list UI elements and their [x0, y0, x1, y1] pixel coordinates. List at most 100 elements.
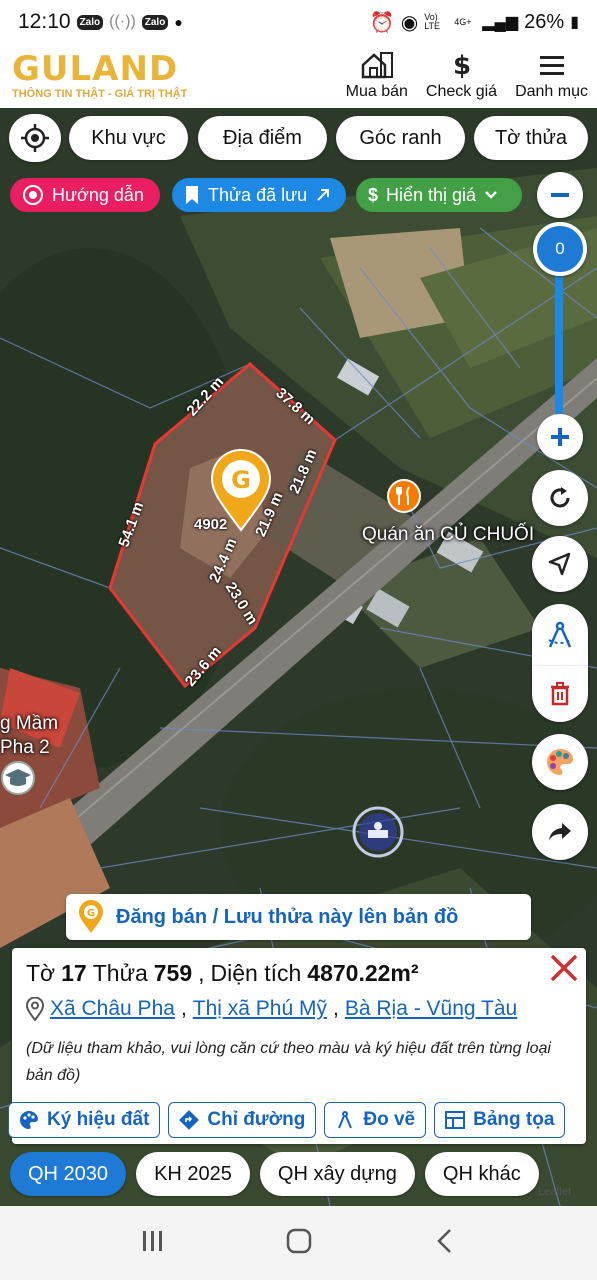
area-value: 4870.22m²	[307, 960, 419, 986]
plus-icon	[551, 428, 569, 446]
zoom-out-button[interactable]	[537, 172, 583, 218]
ward-link[interactable]: Xã Châu Pha	[50, 997, 175, 1021]
refresh-icon	[550, 487, 570, 508]
menu-icon	[539, 56, 564, 75]
guland-pin-icon: G	[79, 900, 103, 933]
layer-kh-2025[interactable]: KH 2025	[136, 1152, 250, 1196]
crosshair-icon	[21, 124, 49, 152]
fork-knife-icon	[387, 479, 421, 513]
house-icon	[361, 52, 393, 79]
measure-button[interactable]: Đo vẽ	[324, 1102, 427, 1138]
map-layer-tabs: QH 2030 KH 2025 QH xây dựng QH khác	[10, 1152, 597, 1198]
measure-label: Đo vẽ	[363, 1109, 416, 1130]
home-icon	[287, 1228, 312, 1253]
parcel-actions: Ký hiệu đất Chỉ đường Đo vẽ Bảng tọa	[8, 1102, 597, 1142]
parcel-summary: Tờ 17 Thửa 759, Diện tích 4870.22m²	[26, 960, 419, 986]
landmark-icon	[352, 806, 404, 858]
restaurant-marker[interactable]	[386, 478, 422, 519]
directions-icon	[179, 1110, 200, 1130]
svg-text:G: G	[231, 466, 251, 494]
refresh-button[interactable]	[532, 470, 588, 526]
layer-qh-2030[interactable]: QH 2030	[10, 1152, 127, 1196]
guide-chip[interactable]: Hướng dẫn	[10, 178, 160, 212]
measure-tool-button[interactable]	[532, 604, 588, 666]
measure-icon	[338, 1111, 353, 1129]
filter-parcel-sheet[interactable]: Tờ thửa	[474, 116, 588, 160]
post-listing-banner[interactable]: G Đăng bán / Lưu thửa này lên bản đồ	[66, 894, 531, 940]
locate-me-button[interactable]	[9, 114, 61, 162]
volte-label: Vo) LTE	[424, 12, 441, 31]
app-header: GULAND THÔNG TIN THẬT - GIÁ TRỊ THẬT Mua…	[0, 44, 597, 108]
parcel-address: Xã Châu Pha, Thị xã Phú Mỹ, Bà Rịa - Vũn…	[26, 997, 572, 1021]
close-icon	[550, 954, 578, 982]
coordinate-table-label: Bảng tọa	[473, 1109, 555, 1130]
land-symbol-button[interactable]: Ký hiệu đất	[8, 1102, 161, 1138]
district-link[interactable]: Thị xã Phú Mỹ	[193, 997, 327, 1021]
saved-parcels-chip[interactable]: Thửa đã lưu	[172, 178, 346, 212]
layer-qh-other[interactable]: QH khác	[424, 1152, 539, 1196]
leaflet-attribution[interactable]: Leaflet	[538, 1186, 571, 1198]
minus-icon	[551, 193, 569, 197]
zoom-in-button[interactable]	[537, 414, 583, 460]
recents-icon	[142, 1230, 162, 1251]
guland-logo[interactable]: GULAND THÔNG TIN THẬT - GIÁ TRỊ THẬT	[12, 52, 212, 100]
network-label: 4G+	[454, 16, 472, 27]
filter-boundary[interactable]: Góc ranh	[336, 116, 465, 160]
school-marker[interactable]	[0, 760, 36, 801]
close-card-button[interactable]	[548, 952, 580, 989]
sheet-label: Tờ	[26, 960, 56, 986]
show-price-chip[interactable]: $ Hiển thị giá	[356, 178, 522, 212]
parcel-number: 759	[153, 960, 193, 986]
nav-menu-label: Danh mục	[515, 83, 588, 100]
compass-draw-icon	[548, 621, 572, 648]
navigate-button[interactable]	[532, 536, 588, 592]
zoom-slider-track[interactable]	[555, 253, 563, 418]
area-label: 4902	[194, 516, 228, 533]
layer-qh-construction[interactable]: QH xây dựng	[259, 1152, 415, 1196]
clock: 12:10	[18, 10, 71, 33]
dot-icon: ●	[174, 14, 183, 30]
land-symbol-label: Ký hiệu đất	[47, 1109, 150, 1130]
alarm-icon: ⏰	[369, 11, 395, 34]
province-link[interactable]: Bà Rịa - Vũng Tàu	[345, 997, 517, 1021]
post-listing-label: Đăng bán / Lưu thửa này lên bản đồ	[116, 905, 459, 928]
area-text-label: Diện tích	[210, 960, 302, 986]
bookmark-icon	[186, 186, 198, 204]
wifi-call-icon: ((·))	[109, 13, 136, 30]
saved-parcels-label: Thửa đã lưu	[208, 184, 308, 205]
location-icon	[26, 997, 44, 1021]
palette-icon	[547, 749, 574, 775]
recent-apps-button[interactable]	[140, 1228, 166, 1259]
logo-text: GULAND	[12, 49, 179, 89]
svg-text:G: G	[87, 908, 95, 919]
system-nav-bar	[0, 1206, 597, 1280]
zoom-slider-knob[interactable]: 0	[533, 222, 587, 276]
table-icon	[445, 1111, 466, 1129]
nav-buy-sell[interactable]: Mua bán	[337, 44, 417, 108]
back-icon	[437, 1228, 452, 1253]
filter-location[interactable]: Địa điểm	[198, 116, 327, 160]
battery-icon: ▮	[570, 14, 579, 31]
filter-area[interactable]: Khu vực	[69, 116, 188, 160]
dollar-chip-icon: $	[368, 184, 379, 205]
color-palette-button[interactable]	[532, 734, 588, 790]
navigation-arrow-icon	[548, 552, 571, 576]
directions-button[interactable]: Chỉ đường	[168, 1102, 317, 1138]
nav-buy-sell-label: Mua bán	[345, 83, 408, 100]
home-button[interactable]	[285, 1227, 313, 1260]
signal-icon: ▂▄▆	[482, 14, 519, 31]
delete-button[interactable]	[532, 666, 588, 722]
nav-check-price-label: Check giá	[425, 83, 498, 100]
svg-text:$: $	[452, 51, 470, 79]
coordinate-table-button[interactable]: Bảng tọa	[434, 1102, 566, 1138]
poi-marker[interactable]	[352, 806, 404, 863]
nav-check-price[interactable]: $ Check giá	[417, 44, 506, 108]
header-nav: Mua bán $ Check giá Danh mục	[337, 44, 597, 108]
logo-tagline: THÔNG TIN THẬT - GIÁ TRỊ THẬT	[12, 88, 188, 100]
nav-menu[interactable]: Danh mục	[506, 44, 597, 108]
zalo-notification-icon-2: Zalo	[141, 14, 169, 30]
share-button[interactable]	[532, 804, 588, 860]
back-button[interactable]	[433, 1227, 457, 1260]
palette-small-icon	[20, 1111, 38, 1129]
trash-icon	[551, 682, 569, 706]
